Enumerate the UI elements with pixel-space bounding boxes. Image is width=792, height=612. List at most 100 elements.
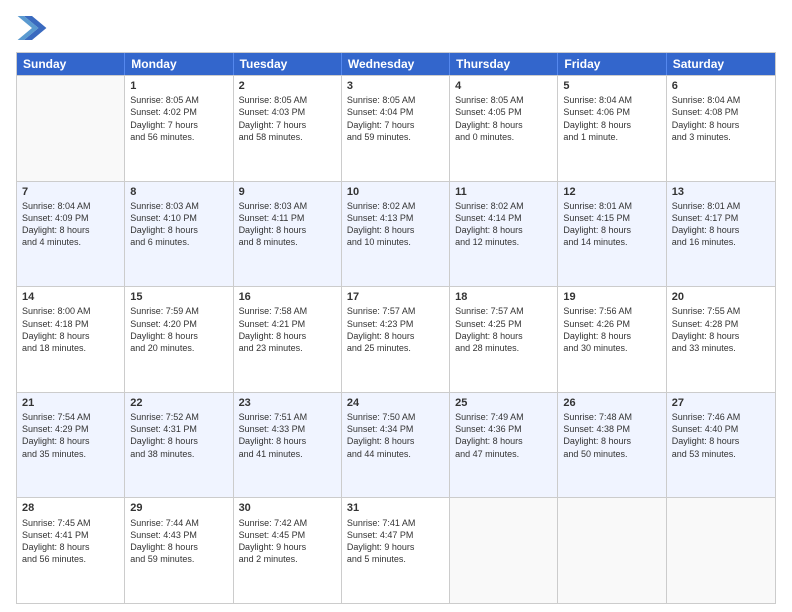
calendar-row: 7Sunrise: 8:04 AM Sunset: 4:09 PM Daylig… (17, 181, 775, 287)
day-number: 25 (455, 396, 552, 410)
cell-info: Sunrise: 8:05 AM Sunset: 4:04 PM Dayligh… (347, 94, 444, 143)
calendar-cell: 29 Sunrise: 7:44 AM Sunset: 4:43 PM Dayli… (125, 498, 233, 603)
calendar-row: 28Sunrise: 7:45 AM Sunset: 4:41 PM Dayli… (17, 497, 775, 603)
cell-info: Sunrise: 8:04 AM Sunset: 4:08 PM Dayligh… (672, 94, 770, 143)
cal-header-day: Monday (125, 53, 233, 75)
calendar-cell: 17Sunrise: 7:57 AM Sunset: 4:23 PM Dayli… (342, 287, 450, 392)
logo-icon (16, 12, 48, 44)
calendar-cell: 8Sunrise: 8:03 AM Sunset: 4:10 PM Daylig… (125, 182, 233, 287)
page: SundayMondayTuesdayWednesdayThursdayFrid… (0, 0, 792, 612)
cell-info: Sunrise: 8:04 AM Sunset: 4:09 PM Dayligh… (22, 200, 119, 249)
calendar: SundayMondayTuesdayWednesdayThursdayFrid… (16, 52, 776, 604)
cell-info: Sunrise: 7:41 AM Sunset: 4:47 PM Dayligh… (347, 517, 444, 566)
day-number: 16 (239, 290, 336, 304)
day-number: 1 (130, 79, 227, 93)
day-number: 26 (563, 396, 660, 410)
cell-info: Sunrise: 7:58 AM Sunset: 4:21 PM Dayligh… (239, 305, 336, 354)
calendar-cell: 22Sunrise: 7:52 AM Sunset: 4:31 PM Dayli… (125, 393, 233, 498)
calendar-cell: 1Sunrise: 8:05 AM Sunset: 4:02 PM Daylig… (125, 76, 233, 181)
calendar-row: 21Sunrise: 7:54 AM Sunset: 4:29 PM Dayli… (17, 392, 775, 498)
day-number: 2 (239, 79, 336, 93)
cell-info: Sunrise: 7:44 AM Sunset: 4:43 PM Dayligh… (130, 517, 227, 566)
day-number: 18 (455, 290, 552, 304)
day-number: 12 (563, 185, 660, 199)
cell-info: Sunrise: 7:42 AM Sunset: 4:45 PM Dayligh… (239, 517, 336, 566)
calendar-cell (558, 498, 666, 603)
cell-info: Sunrise: 7:57 AM Sunset: 4:23 PM Dayligh… (347, 305, 444, 354)
calendar-row: 14Sunrise: 8:00 AM Sunset: 4:18 PM Dayli… (17, 286, 775, 392)
day-number: 29 (130, 501, 227, 515)
cell-info: Sunrise: 8:05 AM Sunset: 4:05 PM Dayligh… (455, 94, 552, 143)
calendar-cell: 4Sunrise: 8:05 AM Sunset: 4:05 PM Daylig… (450, 76, 558, 181)
cell-info: Sunrise: 7:55 AM Sunset: 4:28 PM Dayligh… (672, 305, 770, 354)
logo (16, 12, 52, 44)
cal-header-day: Saturday (667, 53, 775, 75)
cal-header-day: Thursday (450, 53, 558, 75)
day-number: 13 (672, 185, 770, 199)
day-number: 9 (239, 185, 336, 199)
cell-info: Sunrise: 7:59 AM Sunset: 4:20 PM Dayligh… (130, 305, 227, 354)
cell-info: Sunrise: 7:54 AM Sunset: 4:29 PM Dayligh… (22, 411, 119, 460)
calendar-cell (450, 498, 558, 603)
cell-info: Sunrise: 7:50 AM Sunset: 4:34 PM Dayligh… (347, 411, 444, 460)
day-number: 4 (455, 79, 552, 93)
calendar-cell: 9Sunrise: 8:03 AM Sunset: 4:11 PM Daylig… (234, 182, 342, 287)
cell-info: Sunrise: 8:05 AM Sunset: 4:03 PM Dayligh… (239, 94, 336, 143)
day-number: 24 (347, 396, 444, 410)
calendar-cell: 7Sunrise: 8:04 AM Sunset: 4:09 PM Daylig… (17, 182, 125, 287)
cell-info: Sunrise: 7:57 AM Sunset: 4:25 PM Dayligh… (455, 305, 552, 354)
calendar-cell: 31 Sunrise: 7:41 AM Sunset: 4:47 PM Dayli… (342, 498, 450, 603)
cell-info: Sunrise: 8:03 AM Sunset: 4:10 PM Dayligh… (130, 200, 227, 249)
calendar-cell: 20Sunrise: 7:55 AM Sunset: 4:28 PM Dayli… (667, 287, 775, 392)
cell-info: Sunrise: 7:51 AM Sunset: 4:33 PM Dayligh… (239, 411, 336, 460)
day-number: 7 (22, 185, 119, 199)
cell-info: Sunrise: 7:49 AM Sunset: 4:36 PM Dayligh… (455, 411, 552, 460)
cal-header-day: Wednesday (342, 53, 450, 75)
calendar-header: SundayMondayTuesdayWednesdayThursdayFrid… (17, 53, 775, 75)
day-number: 14 (22, 290, 119, 304)
cell-info: Sunrise: 8:05 AM Sunset: 4:02 PM Dayligh… (130, 94, 227, 143)
day-number: 28 (22, 501, 119, 515)
cell-info: Sunrise: 8:01 AM Sunset: 4:17 PM Dayligh… (672, 200, 770, 249)
calendar-row: 1Sunrise: 8:05 AM Sunset: 4:02 PM Daylig… (17, 75, 775, 181)
calendar-cell: 16Sunrise: 7:58 AM Sunset: 4:21 PM Dayli… (234, 287, 342, 392)
cell-info: Sunrise: 8:02 AM Sunset: 4:14 PM Dayligh… (455, 200, 552, 249)
cell-info: Sunrise: 7:48 AM Sunset: 4:38 PM Dayligh… (563, 411, 660, 460)
cell-info: Sunrise: 8:02 AM Sunset: 4:13 PM Dayligh… (347, 200, 444, 249)
calendar-cell: 2Sunrise: 8:05 AM Sunset: 4:03 PM Daylig… (234, 76, 342, 181)
calendar-cell: 27Sunrise: 7:46 AM Sunset: 4:40 PM Dayli… (667, 393, 775, 498)
calendar-cell: 26Sunrise: 7:48 AM Sunset: 4:38 PM Dayli… (558, 393, 666, 498)
calendar-cell: 3Sunrise: 8:05 AM Sunset: 4:04 PM Daylig… (342, 76, 450, 181)
day-number: 15 (130, 290, 227, 304)
cell-info: Sunrise: 8:04 AM Sunset: 4:06 PM Dayligh… (563, 94, 660, 143)
calendar-cell: 12Sunrise: 8:01 AM Sunset: 4:15 PM Dayli… (558, 182, 666, 287)
day-number: 30 (239, 501, 336, 515)
cell-info: Sunrise: 7:46 AM Sunset: 4:40 PM Dayligh… (672, 411, 770, 460)
calendar-cell (667, 498, 775, 603)
day-number: 5 (563, 79, 660, 93)
day-number: 22 (130, 396, 227, 410)
day-number: 6 (672, 79, 770, 93)
cell-info: Sunrise: 8:00 AM Sunset: 4:18 PM Dayligh… (22, 305, 119, 354)
calendar-cell: 15Sunrise: 7:59 AM Sunset: 4:20 PM Dayli… (125, 287, 233, 392)
cell-info: Sunrise: 7:52 AM Sunset: 4:31 PM Dayligh… (130, 411, 227, 460)
calendar-cell: 14Sunrise: 8:00 AM Sunset: 4:18 PM Dayli… (17, 287, 125, 392)
calendar-cell: 19Sunrise: 7:56 AM Sunset: 4:26 PM Dayli… (558, 287, 666, 392)
cal-header-day: Sunday (17, 53, 125, 75)
calendar-cell: 21Sunrise: 7:54 AM Sunset: 4:29 PM Dayli… (17, 393, 125, 498)
calendar-cell: 25Sunrise: 7:49 AM Sunset: 4:36 PM Dayli… (450, 393, 558, 498)
calendar-cell: 23Sunrise: 7:51 AM Sunset: 4:33 PM Dayli… (234, 393, 342, 498)
cell-info: Sunrise: 8:03 AM Sunset: 4:11 PM Dayligh… (239, 200, 336, 249)
calendar-cell: 18Sunrise: 7:57 AM Sunset: 4:25 PM Dayli… (450, 287, 558, 392)
calendar-cell: 30 Sunrise: 7:42 AM Sunset: 4:45 PM Dayli… (234, 498, 342, 603)
day-number: 23 (239, 396, 336, 410)
day-number: 3 (347, 79, 444, 93)
calendar-cell: 24Sunrise: 7:50 AM Sunset: 4:34 PM Dayli… (342, 393, 450, 498)
cell-info: Sunrise: 7:56 AM Sunset: 4:26 PM Dayligh… (563, 305, 660, 354)
day-number: 21 (22, 396, 119, 410)
calendar-body: 1Sunrise: 8:05 AM Sunset: 4:02 PM Daylig… (17, 75, 775, 603)
cal-header-day: Tuesday (234, 53, 342, 75)
calendar-cell: 5Sunrise: 8:04 AM Sunset: 4:06 PM Daylig… (558, 76, 666, 181)
day-number: 31 (347, 501, 444, 515)
day-number: 19 (563, 290, 660, 304)
